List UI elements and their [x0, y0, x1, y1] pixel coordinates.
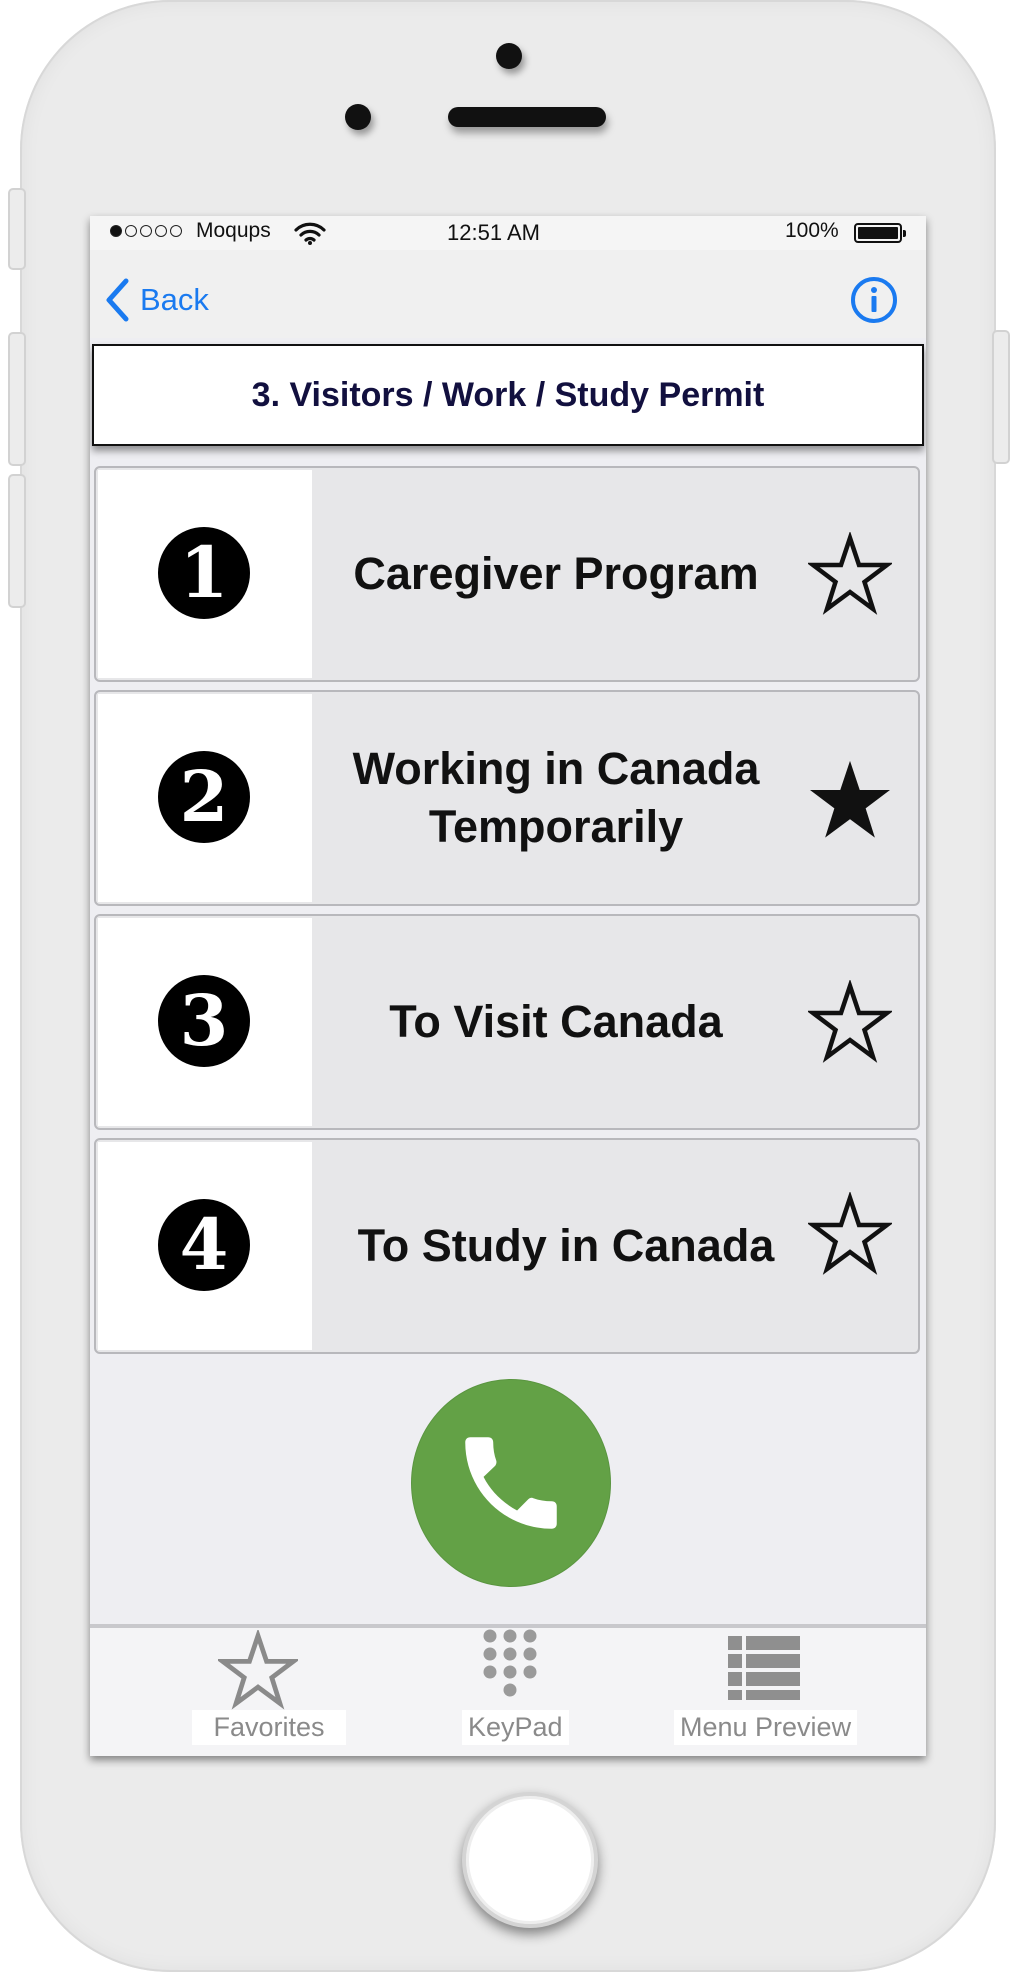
info-icon[interactable]: [850, 276, 898, 324]
number-panel: 3: [98, 918, 312, 1126]
star-filled-icon[interactable]: [808, 758, 892, 842]
star-outline-icon: [218, 1630, 298, 1710]
back-button[interactable]: Back: [104, 278, 209, 322]
signal-dot: [155, 225, 167, 237]
signal-strength-icon: [110, 225, 182, 237]
home-button[interactable]: [462, 1792, 598, 1928]
volume-down-button: [8, 474, 26, 608]
list-item-to-visit-canada[interactable]: 3 To Visit Canada: [94, 914, 920, 1130]
list-item-label: To Study in Canada: [357, 1220, 775, 1272]
signal-dot: [125, 225, 137, 237]
battery-icon: [854, 223, 906, 243]
list-item-label: Caregiver Program: [353, 548, 759, 600]
page-title: 3. Visitors / Work / Study Permit: [92, 344, 924, 446]
number-3-icon: 3: [158, 975, 250, 1067]
clock: 12:51 AM: [447, 220, 540, 245]
earpiece-speaker: [448, 107, 606, 127]
call-button[interactable]: [412, 1380, 610, 1586]
tab-keypad[interactable]: KeyPad: [462, 1628, 569, 1756]
tab-label: Favorites: [192, 1710, 346, 1745]
star-outline-icon[interactable]: [808, 1192, 892, 1276]
navigation-bar: Back: [90, 250, 926, 338]
number-4-icon: 4: [158, 1199, 250, 1291]
screen: Moqups 12:51 AM 100% Back 3. Visitors / …: [90, 216, 926, 1756]
number-1-icon: 1: [158, 527, 250, 619]
wifi-icon: [294, 221, 326, 251]
tab-label: Menu Preview: [674, 1710, 858, 1745]
tab-bar: Favorites KeyPad Menu Preview: [90, 1624, 926, 1756]
battery-percentage: 100%: [785, 219, 839, 242]
number-panel: 2: [98, 694, 312, 902]
back-label: Back: [140, 282, 209, 317]
number-panel: 4: [98, 1142, 312, 1350]
list-item-to-study-in-canada[interactable]: 4 To Study in Canada: [94, 1138, 920, 1354]
star-outline-icon[interactable]: [808, 532, 892, 616]
status-bar: Moqups 12:51 AM 100%: [90, 216, 926, 250]
proximity-sensor: [345, 104, 371, 130]
list-item-label: Working in Canada Temporarily: [352, 743, 760, 852]
volume-up-button: [8, 332, 26, 466]
carrier-name: Moqups: [196, 219, 271, 242]
phone-icon: [465, 1437, 557, 1529]
number-panel: 1: [98, 470, 312, 678]
page-title-text: 3. Visitors / Work / Study Permit: [251, 375, 765, 414]
power-button: [992, 330, 1010, 464]
mute-switch: [8, 188, 26, 270]
tab-favorites[interactable]: Favorites: [190, 1628, 350, 1756]
list-item-label: To Visit Canada: [389, 996, 723, 1048]
tab-label: KeyPad: [462, 1710, 569, 1745]
chevron-left-icon: [106, 278, 129, 322]
star-outline-icon[interactable]: [808, 980, 892, 1064]
signal-dot: [110, 225, 122, 237]
list-icon: [728, 1636, 800, 1700]
signal-dot: [170, 225, 182, 237]
front-camera: [496, 43, 522, 69]
tab-menu-preview[interactable]: Menu Preview: [674, 1628, 864, 1756]
list-item-caregiver-program[interactable]: 1 Caregiver Program: [94, 466, 920, 682]
number-2-icon: 2: [158, 751, 250, 843]
list-item-working-in-canada-temporarily[interactable]: 2 Working in Canada Temporarily: [94, 690, 920, 906]
signal-dot: [140, 225, 152, 237]
keypad-icon: [483, 1629, 537, 1697]
